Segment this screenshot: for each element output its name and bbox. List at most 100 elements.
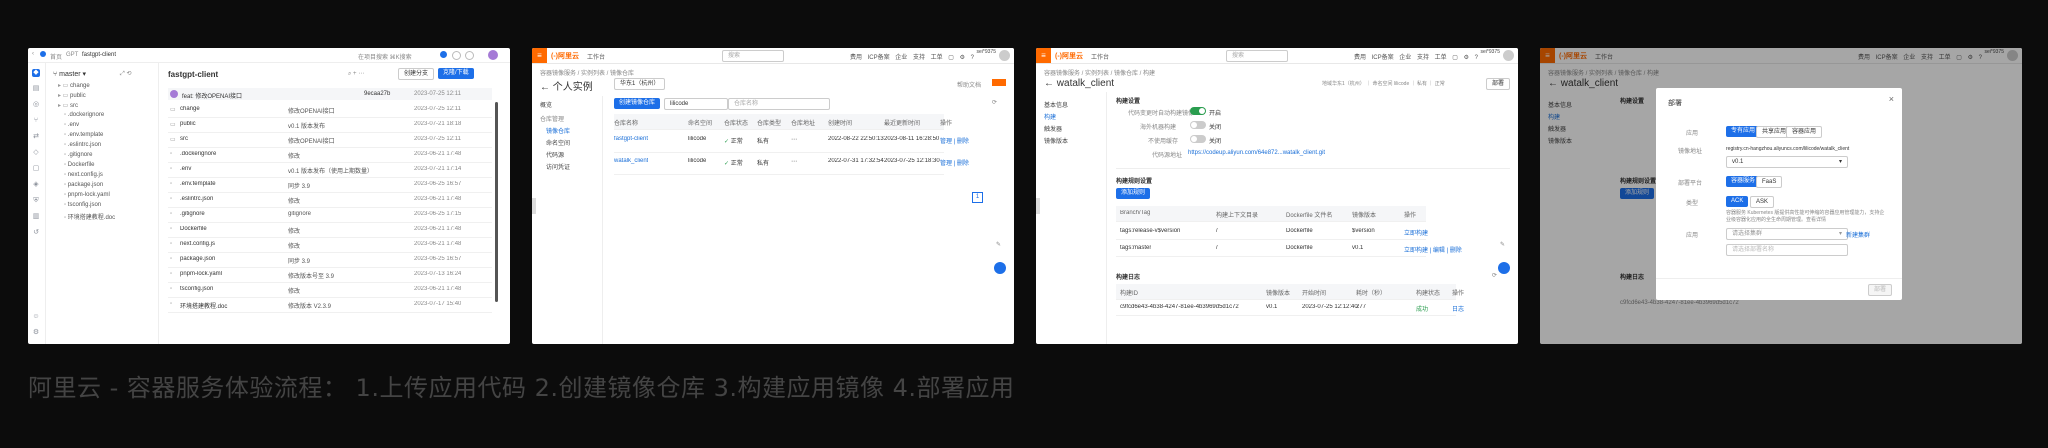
region-select[interactable]: 华东1（杭州）	[614, 78, 666, 90]
aliyun-logo[interactable]: (-)阿里云	[551, 51, 579, 61]
tree-tools-icon[interactable]: ⤢ ⟲	[120, 70, 132, 78]
file-name[interactable]: tsconfig.json	[180, 286, 280, 292]
console-search[interactable]: 搜索	[722, 50, 784, 62]
crumb-repo[interactable]: fastgpt-client	[82, 52, 116, 58]
table-row[interactable]: ▭ src 修改OPENAI接口 2023-07-25 12:11	[168, 132, 492, 148]
crumb-gpt[interactable]: GPT	[66, 52, 78, 58]
file-name[interactable]: .env	[180, 166, 280, 172]
file-name[interactable]: .env.template	[180, 181, 280, 187]
code-icon[interactable]: ▤	[32, 85, 40, 93]
tree-item[interactable]: ▫ Dockerfile	[64, 162, 94, 168]
repo-name-link[interactable]: fastgpt-client	[614, 136, 648, 142]
more-icon[interactable]: ⋯	[791, 158, 797, 165]
table-row[interactable]: ▫ .gitignore gitignore 2023-06-25 17:15	[168, 207, 492, 223]
menu-icon[interactable]: ≡	[532, 48, 547, 63]
table-row[interactable]: ▫ next.config.js 修改 2023-06-21 17:48	[168, 237, 492, 253]
table-row[interactable]: ▫ pnpm-lock.yaml 修改版本号至 3.9 2023-07-13 16:2…	[168, 267, 492, 283]
avatar[interactable]	[999, 50, 1010, 61]
table-row[interactable]: ▫ package.json 同步 3.9 2023-06-25 16:57	[168, 252, 492, 268]
chat-icon[interactable]	[994, 262, 1006, 274]
help-link[interactable]: 帮助文档	[957, 80, 981, 89]
table-row[interactable]: ▫ 环境搭建教程.doc 修改版本 V2.3.9 2023-07-17 15:40	[168, 297, 492, 313]
top-nav[interactable]: 费用 ICP备案 企业 支持 工单 ▢ ⚙ ?	[1354, 52, 1478, 61]
create-repo-button[interactable]: 创建镜像仓库	[614, 98, 661, 109]
security-icon[interactable]: ⛨	[32, 197, 40, 205]
version-select[interactable]: v0.1 ▾	[1726, 156, 1848, 168]
edit-icon[interactable]: ✎	[996, 241, 1001, 248]
log-view-link[interactable]: 日志	[1452, 304, 1464, 313]
deploy-button[interactable]: 部署	[1486, 78, 1511, 90]
file-name[interactable]: Dockerfile	[180, 226, 280, 232]
auto-build-toggle[interactable]	[1190, 107, 1206, 115]
file-name[interactable]: pnpm-lock.yaml	[180, 271, 280, 277]
cluster-select[interactable]: 请选择集群 ▾	[1726, 228, 1848, 240]
workspace-link[interactable]: 工作台	[587, 52, 605, 61]
add-icon[interactable]	[440, 51, 447, 58]
branch-select[interactable]: ⑂ master ▾	[53, 70, 86, 78]
add-rule-button[interactable]: 添加规则	[1116, 188, 1151, 199]
member-icon[interactable]: ☺	[32, 313, 40, 321]
file-name[interactable]: change	[180, 106, 280, 112]
scrollbar[interactable]	[495, 102, 498, 302]
tree-item[interactable]: ▫ .eslintrc.json	[64, 142, 101, 148]
back-icon[interactable]: ‹	[32, 51, 34, 57]
collapse-handle[interactable]	[532, 198, 536, 214]
tree-item[interactable]: ▫ next.config.js	[64, 172, 103, 178]
aliyun-logo[interactable]: (-)阿里云	[1055, 51, 1083, 61]
file-name[interactable]: .dockerignore	[180, 151, 280, 157]
nav-build[interactable]: 构建	[1044, 112, 1056, 121]
nav-repos[interactable]: 镜像仓库	[546, 126, 570, 135]
repo-search-input[interactable]: 仓库名称	[728, 98, 830, 110]
collapse-handle[interactable]	[1036, 198, 1040, 214]
commit-icon[interactable]: ◎	[32, 101, 40, 109]
tab-container-app[interactable]: 容器应用	[1786, 126, 1823, 138]
nav-basic-info[interactable]: 基本信息	[1044, 100, 1068, 109]
platform-faas[interactable]: FaaS	[1756, 176, 1783, 188]
clone-button[interactable]: 克隆/下载	[438, 68, 474, 79]
no-cache-toggle[interactable]	[1190, 135, 1206, 143]
top-nav[interactable]: 费用 ICP备案 企业 支持 工单 ▢ ⚙ ?	[850, 52, 974, 61]
nav-overview[interactable]: 概览	[540, 100, 552, 109]
branch-icon[interactable]: ⑂	[32, 117, 40, 125]
namespace-filter[interactable]: lilicode	[664, 98, 728, 110]
tree-item[interactable]: ▫ tsconfig.json	[64, 202, 101, 208]
chat-icon[interactable]	[1498, 262, 1510, 274]
crumb-home[interactable]: 首页	[50, 52, 62, 61]
row-actions[interactable]: 管理 | 删除	[940, 158, 969, 167]
file-name[interactable]: .gitignore	[180, 211, 280, 217]
commit-hash[interactable]: 9ecaa27b	[364, 91, 390, 97]
tree-item[interactable]: ▫ pnpm-lock.yaml	[64, 192, 110, 198]
table-row[interactable]: ▫ .dockerignore 修改 2023-06-21 17:48	[168, 147, 492, 163]
tab-dedicated-app[interactable]: 专有应用	[1726, 126, 1761, 137]
nav-code-source[interactable]: 代码源	[546, 150, 564, 159]
file-name[interactable]: next.config.js	[180, 241, 280, 247]
row-actions[interactable]: 管理 | 删除	[940, 136, 969, 145]
new-cluster-link[interactable]: 新建集群	[1846, 230, 1870, 239]
tree-item[interactable]: ▫ .dockerignore	[64, 112, 104, 118]
avatar[interactable]	[488, 50, 498, 60]
refresh-icon[interactable]: ⟳	[992, 99, 997, 106]
review-icon[interactable]: ▢	[32, 165, 40, 173]
tree-item[interactable]: ▸ ▭ public	[58, 92, 86, 99]
tree-item[interactable]: ▫ 环境搭建教程.doc	[64, 212, 115, 221]
console-search[interactable]: 搜索	[1226, 50, 1288, 62]
merge-icon[interactable]: ⇄	[32, 133, 40, 141]
global-search[interactable]: 在项目搜索 ⌘K搜索	[358, 52, 412, 61]
tree-item[interactable]: ▫ .env	[64, 122, 79, 128]
settings-icon[interactable]: ⚙	[32, 329, 40, 337]
nav-credentials[interactable]: 访问凭证	[546, 162, 570, 171]
edit-icon[interactable]: ✎	[1500, 241, 1505, 248]
rule-actions[interactable]: 立即构建 | 编辑 | 删除	[1404, 245, 1462, 254]
platform-ack[interactable]: 容器服务	[1726, 176, 1761, 187]
avatar[interactable]	[1503, 50, 1514, 61]
user-name[interactable]: sei*9375	[1481, 50, 1500, 55]
file-name[interactable]: package.json	[180, 256, 280, 262]
refresh-icon[interactable]: ⟳	[1492, 272, 1497, 279]
tag-icon[interactable]: ◇	[32, 149, 40, 157]
pipeline-icon[interactable]: ◈	[32, 181, 40, 189]
file-name[interactable]: 环境搭建教程.doc	[180, 301, 280, 310]
table-row[interactable]: ▭ public v0.1 版本发布 2023-07-21 18:18	[168, 117, 492, 133]
tree-item[interactable]: ▸ ▭ change	[58, 82, 90, 89]
confirm-deploy-button[interactable]: 部署	[1867, 284, 1892, 296]
nav-namespace[interactable]: 命名空间	[546, 138, 570, 147]
